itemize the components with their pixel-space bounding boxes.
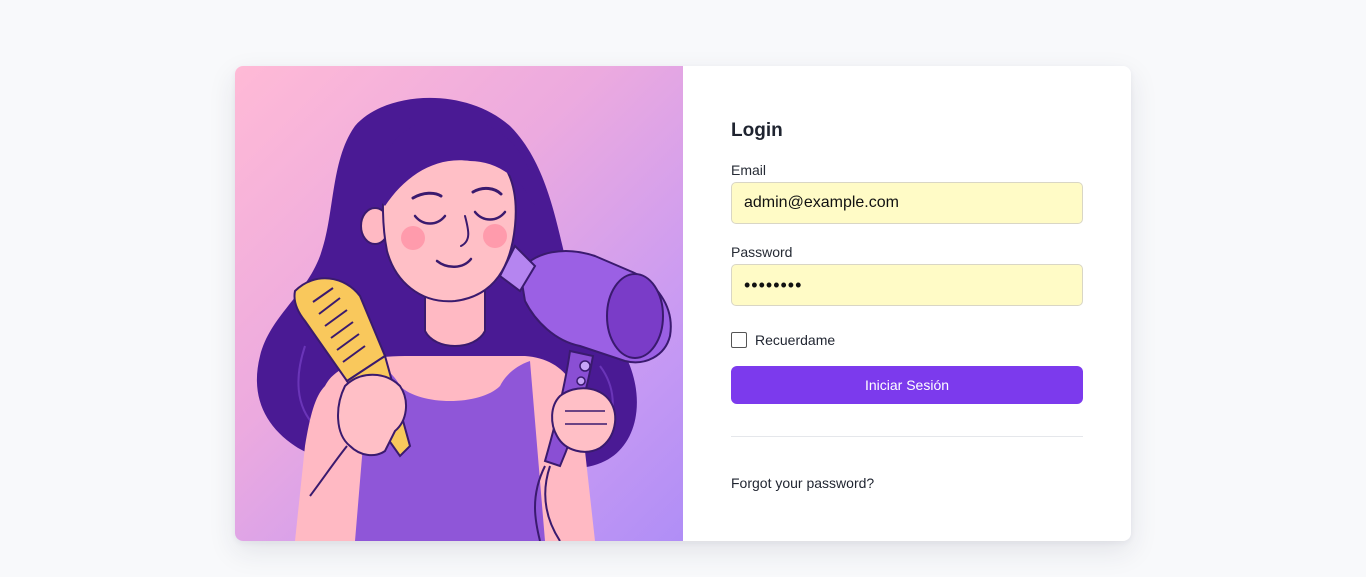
email-label: Email <box>731 162 767 178</box>
email-input[interactable]: admin@example.com <box>731 182 1083 224</box>
login-title: Login <box>731 120 783 141</box>
divider <box>731 436 1083 437</box>
remember-me-row[interactable]: Recuerdame <box>731 332 835 348</box>
remember-checkbox[interactable] <box>731 332 747 348</box>
login-submit-button[interactable]: Iniciar Sesión <box>731 366 1083 404</box>
hero-illustration <box>235 66 683 541</box>
woman-hair-dryer-illustration <box>256 97 672 541</box>
remember-label[interactable]: Recuerdame <box>755 332 835 348</box>
password-input[interactable]: •••••••• <box>731 264 1083 306</box>
forgot-password-link[interactable]: Forgot your password? <box>731 475 874 491</box>
password-label: Password <box>731 244 793 260</box>
login-card: Login Email admin@example.com Password •… <box>235 66 1131 541</box>
login-form: Login Email admin@example.com Password •… <box>683 66 1131 541</box>
